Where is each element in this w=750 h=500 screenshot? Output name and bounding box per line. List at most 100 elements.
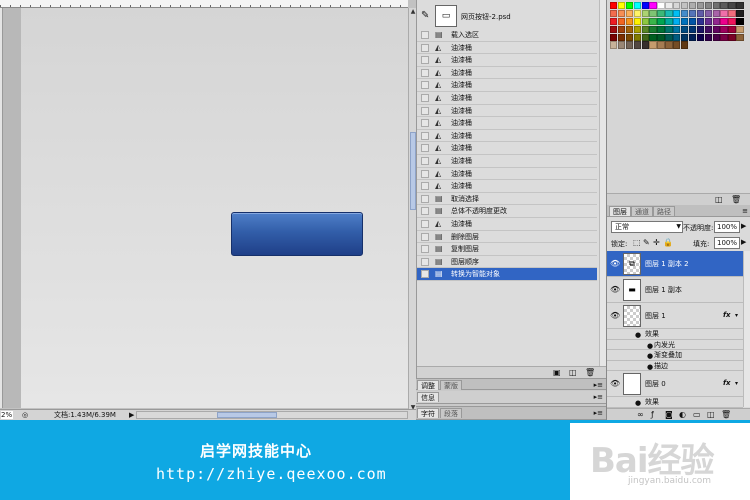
visibility-eye-icon[interactable]: 👁	[610, 312, 620, 320]
color-swatch[interactable]	[688, 33, 697, 41]
color-swatch[interactable]	[704, 2, 712, 10]
color-swatch[interactable]	[681, 17, 689, 26]
color-swatch[interactable]	[720, 25, 728, 33]
color-swatch[interactable]	[610, 9, 618, 18]
history-brush-icon[interactable]: ✎	[421, 10, 429, 21]
history-source-checkbox[interactable]	[421, 131, 429, 140]
color-swatch[interactable]	[657, 33, 665, 41]
canvas-vertical-scrollbar[interactable]: ▲ ▼	[408, 8, 416, 412]
color-swatch[interactable]	[728, 33, 736, 41]
history-source-checkbox[interactable]	[421, 144, 429, 153]
color-swatch[interactable]	[673, 41, 681, 49]
history-source-checkbox[interactable]	[421, 245, 429, 254]
history-source-checkbox[interactable]	[421, 106, 429, 115]
status-info-icon[interactable]: ◎	[22, 411, 32, 419]
color-swatch[interactable]	[665, 2, 673, 10]
history-item[interactable]: ▤ 复制图层	[417, 243, 597, 256]
history-source-checkbox[interactable]	[421, 93, 429, 102]
canvas-horizontal-scrollbar[interactable]	[136, 411, 408, 419]
color-swatch[interactable]	[712, 2, 720, 10]
color-swatch[interactable]	[625, 17, 634, 26]
history-source-checkbox[interactable]	[421, 68, 429, 77]
zoom-level[interactable]: 2%	[1, 411, 13, 419]
color-swatch[interactable]	[649, 33, 657, 41]
lock-transparency-icon[interactable]: ⬚	[633, 238, 641, 248]
effect-row[interactable]: ● 渐变叠加	[607, 350, 743, 361]
history-source-checkbox[interactable]	[421, 257, 429, 266]
visibility-eye-icon[interactable]: ●	[635, 399, 641, 407]
web-button-artwork[interactable]	[231, 212, 363, 256]
visibility-eye-icon[interactable]: ●	[647, 363, 653, 371]
link-layers-icon[interactable]: ∞	[637, 410, 644, 420]
layer-row[interactable]: 👁 图层 0 fx ▾	[607, 371, 743, 397]
color-swatch[interactable]	[720, 33, 728, 41]
color-swatch[interactable]	[681, 2, 689, 10]
color-swatch[interactable]	[688, 25, 697, 33]
history-source-checkbox[interactable]	[421, 219, 429, 228]
color-swatch[interactable]	[688, 17, 697, 26]
color-swatch[interactable]	[736, 9, 744, 18]
history-item[interactable]: ◭ 油漆桶	[417, 155, 597, 168]
color-swatch[interactable]	[649, 41, 657, 49]
add-mask-icon[interactable]: ◙	[665, 410, 673, 420]
visibility-eye-icon[interactable]: 👁	[610, 380, 620, 388]
effect-row[interactable]: ● 描边	[607, 361, 743, 371]
history-source-checkbox[interactable]	[421, 270, 429, 279]
history-item[interactable]: ◭ 油漆桶	[417, 42, 597, 55]
color-swatch[interactable]	[617, 41, 626, 49]
delete-layer-icon[interactable]: 🗑	[721, 410, 731, 420]
history-source-checkbox[interactable]	[421, 119, 429, 128]
history-source-checkbox[interactable]	[421, 232, 429, 241]
fx-icon[interactable]: fx	[723, 311, 731, 319]
history-source-checkbox[interactable]	[421, 156, 429, 165]
color-swatch[interactable]	[633, 17, 641, 26]
history-item[interactable]: ◭ 油漆桶	[417, 168, 597, 181]
color-swatch[interactable]	[617, 25, 626, 33]
color-swatch[interactable]	[610, 17, 618, 26]
lock-position-icon[interactable]: ✛	[653, 238, 660, 248]
delete-swatch-icon[interactable]: 🗑	[731, 195, 741, 205]
tab-paths[interactable]: 路径	[653, 206, 675, 216]
history-item[interactable]: ▤ 删除图层	[417, 231, 597, 244]
color-swatch[interactable]	[673, 17, 681, 26]
color-swatch[interactable]	[649, 17, 657, 26]
effect-row[interactable]: ● 内发光	[607, 340, 743, 350]
color-swatch[interactable]	[696, 33, 705, 41]
color-swatch[interactable]	[665, 17, 673, 26]
effects-row[interactable]: ● 效果	[607, 397, 743, 408]
history-item[interactable]: ◭ 油漆桶	[417, 92, 597, 105]
color-swatch[interactable]	[728, 9, 736, 18]
history-item[interactable]: ◭ 油漆桶	[417, 117, 597, 130]
history-item[interactable]: ◭ 油漆桶	[417, 79, 597, 92]
color-swatch[interactable]	[712, 17, 720, 26]
color-swatch[interactable]	[633, 33, 641, 41]
color-swatch[interactable]	[688, 2, 697, 10]
color-swatch[interactable]	[665, 41, 673, 49]
history-item[interactable]: ◭ 油漆桶	[417, 54, 597, 67]
color-swatch[interactable]	[625, 25, 634, 33]
color-swatch[interactable]	[696, 9, 705, 18]
color-swatch[interactable]	[633, 41, 641, 49]
fx-icon[interactable]: fx	[723, 379, 731, 387]
color-swatch[interactable]	[617, 33, 626, 41]
blend-mode-select[interactable]: 正常 ▼	[611, 221, 683, 233]
color-swatch[interactable]	[649, 9, 657, 18]
color-swatch[interactable]	[704, 9, 712, 18]
tab-channels[interactable]: 通道	[631, 206, 653, 216]
history-source-checkbox[interactable]	[421, 56, 429, 65]
color-swatch[interactable]	[625, 41, 634, 49]
tab-character[interactable]: 字符	[417, 408, 439, 418]
color-swatch[interactable]	[736, 2, 744, 10]
color-swatch[interactable]	[641, 2, 649, 10]
color-swatch[interactable]	[736, 33, 744, 41]
color-swatch[interactable]	[649, 25, 657, 33]
color-swatch[interactable]	[720, 2, 728, 10]
visibility-eye-icon[interactable]: 👁	[610, 260, 620, 268]
color-swatch[interactable]	[681, 9, 689, 18]
color-swatch[interactable]	[617, 17, 626, 26]
status-menu-arrow-icon[interactable]: ▶	[129, 411, 134, 420]
color-swatch[interactable]	[625, 2, 634, 10]
visibility-eye-icon[interactable]: ●	[647, 352, 653, 360]
color-swatch[interactable]	[665, 33, 673, 41]
add-layer-style-icon[interactable]: ƒ	[651, 410, 654, 420]
